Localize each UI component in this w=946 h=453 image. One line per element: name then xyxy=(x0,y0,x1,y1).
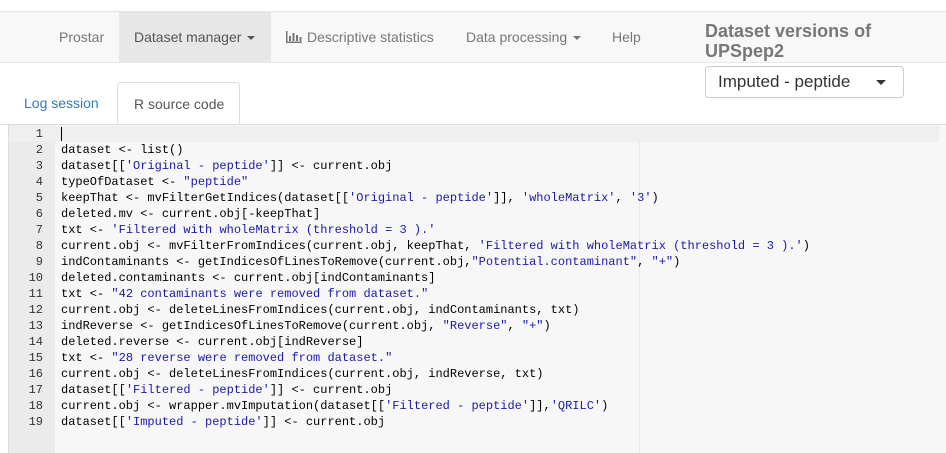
code-text: indContaminants <- getIndicesOfLinesToRe… xyxy=(61,255,681,269)
code-line[interactable]: 7 txt <- 'Filtered with wholeMatrix (thre… xyxy=(9,222,939,238)
code-line[interactable]: 8 current.obj <- mvFilterFromIndices(curr… xyxy=(9,238,939,254)
line-number: 12 xyxy=(9,302,43,318)
tab-log-session-label: Log session xyxy=(24,95,99,111)
nav-data-processing[interactable]: Data processing xyxy=(451,12,596,62)
code-text: current.obj <- deleteLinesFromIndices(cu… xyxy=(61,367,544,381)
tab-r-source-code-label: R source code xyxy=(134,96,225,112)
code-line[interactable]: 14 deleted.reverse <- current.obj[indReve… xyxy=(9,334,939,350)
code-text: typeOfDataset <- "peptide" xyxy=(61,175,249,189)
line-number-text: 13 xyxy=(28,319,43,333)
line-number-text: 18 xyxy=(28,399,43,413)
nav-descriptive-statistics[interactable]: Descriptive statistics xyxy=(271,12,449,62)
line-number: 13 xyxy=(9,318,43,334)
line-number-text: 4 xyxy=(35,175,43,189)
code-text: dataset[['Imputed - peptide']] <- curren… xyxy=(61,415,386,429)
code-text: dataset <- list() xyxy=(61,143,184,157)
tab-bar: Log session R source code xyxy=(0,82,946,125)
code-line[interactable]: 2 dataset <- list() xyxy=(9,142,939,158)
code-line[interactable]: 16 current.obj <- deleteLinesFromIndices(… xyxy=(9,366,939,382)
line-number-text: 15 xyxy=(28,351,43,365)
line-number: 16 xyxy=(9,366,43,382)
code-line[interactable]: 11 txt <- "42 contaminants were removed f… xyxy=(9,286,939,302)
chevron-down-icon xyxy=(247,36,256,41)
line-number-text: 7 xyxy=(35,223,43,237)
line-number: 4 xyxy=(9,174,43,190)
line-number-text: 2 xyxy=(35,143,43,157)
line-number: 18 xyxy=(9,398,43,414)
line-number-text: 10 xyxy=(28,271,43,285)
bar-chart-icon xyxy=(286,31,302,43)
line-number-text: 5 xyxy=(35,191,43,205)
code-editor[interactable]: 1 2 dataset <- list() 3 dataset[['Original -… xyxy=(8,124,946,453)
nav-dataset-manager-label: Dataset manager xyxy=(134,29,242,45)
line-number-text: 12 xyxy=(28,303,43,317)
line-number: 15 xyxy=(9,350,43,366)
text-cursor xyxy=(61,127,62,141)
line-number: 19 xyxy=(9,414,43,430)
line-number: 5 xyxy=(9,190,43,206)
code-text: current.obj <- mvFilterFromIndices(curre… xyxy=(61,239,810,253)
code-text: deleted.mv <- current.obj[-keepThat] xyxy=(61,207,321,221)
code-line[interactable]: 18 current.obj <- wrapper.mvImputation(da… xyxy=(9,398,939,414)
tab-log-session[interactable]: Log session xyxy=(8,82,115,124)
line-number: 11 xyxy=(9,286,43,302)
code-text: keepThat <- mvFilterGetIndices(dataset[[… xyxy=(61,191,659,205)
code-text: txt <- "42 contaminants were removed fro… xyxy=(61,287,429,301)
code-text: txt <- "28 reverse were removed from dat… xyxy=(61,351,393,365)
code-line[interactable]: 19 dataset[['Imputed - peptide']] <- curr… xyxy=(9,414,939,430)
code-line[interactable]: 12 current.obj <- deleteLinesFromIndices(… xyxy=(9,302,939,318)
code-text: deleted.contaminants <- current.obj[indC… xyxy=(61,271,436,285)
tab-r-source-code[interactable]: R source code xyxy=(117,82,240,125)
line-number: 9 xyxy=(9,254,43,270)
line-number-text: 9 xyxy=(35,255,43,269)
dataset-versions-title: Dataset versions of UPSpep2 xyxy=(705,21,872,61)
code-line[interactable]: 6 deleted.mv <- current.obj[-keepThat] xyxy=(9,206,939,222)
line-number: 7 xyxy=(9,222,43,238)
code-line[interactable]: 3 dataset[['Original - peptide']] <- curr… xyxy=(9,158,939,174)
code-line[interactable]: 13 indReverse <- getIndicesOfLinesToRemov… xyxy=(9,318,939,334)
code-line[interactable]: 10 deleted.contaminants <- current.obj[in… xyxy=(9,270,939,286)
code-line[interactable]: 15 txt <- "28 reverse were removed from d… xyxy=(9,350,939,366)
code-text: current.obj <- deleteLinesFromIndices(cu… xyxy=(61,303,580,317)
nav-help-label: Help xyxy=(612,29,641,45)
nav-help[interactable]: Help xyxy=(597,12,656,62)
line-number-text: 1 xyxy=(35,127,43,141)
code-line[interactable]: 9 indContaminants <- getIndicesOfLinesToR… xyxy=(9,254,939,270)
line-number: 6 xyxy=(9,206,43,222)
line-number-text: 16 xyxy=(28,367,43,381)
code-text: deleted.reverse <- current.obj[indRevers… xyxy=(61,335,364,349)
code-text: txt <- 'Filtered with wholeMatrix (thres… xyxy=(61,223,436,237)
line-number: 17 xyxy=(9,382,43,398)
line-number-text: 14 xyxy=(28,335,43,349)
chevron-down-icon xyxy=(573,36,582,41)
code-text: dataset[['Original - peptide']] <- curre… xyxy=(61,159,393,173)
code-line[interactable]: 1 xyxy=(9,126,939,142)
line-number: 10 xyxy=(9,270,43,286)
line-number: 2 xyxy=(9,142,43,158)
nav-prostar-label: Prostar xyxy=(59,29,105,45)
line-number-text: 19 xyxy=(28,415,43,429)
nav-descriptive-statistics-label: Descriptive statistics xyxy=(307,29,434,45)
line-number: 8 xyxy=(9,238,43,254)
line-number: 14 xyxy=(9,334,43,350)
nav-prostar[interactable]: Prostar xyxy=(44,12,119,62)
code-line[interactable]: 17 dataset[['Filtered - peptide']] <- cur… xyxy=(9,382,939,398)
line-number-text: 17 xyxy=(28,383,43,397)
line-number: 3 xyxy=(9,158,43,174)
line-number-text: 8 xyxy=(35,239,43,253)
line-number-text: 3 xyxy=(35,159,43,173)
code-line[interactable]: 5 keepThat <- mvFilterGetIndices(dataset[… xyxy=(9,190,939,206)
code-text: current.obj <- wrapper.mvImputation(data… xyxy=(61,399,609,413)
code-text: indReverse <- getIndicesOfLinesToRemove(… xyxy=(61,319,551,333)
nav-dataset-manager[interactable]: Dataset manager xyxy=(119,12,271,62)
line-number-text: 6 xyxy=(35,207,43,221)
line-number-text: 11 xyxy=(28,287,43,301)
code-line[interactable]: 4 typeOfDataset <- "peptide" xyxy=(9,174,939,190)
nav-data-processing-label: Data processing xyxy=(466,29,568,45)
code-text: dataset[['Filtered - peptide']] <- curre… xyxy=(61,383,393,397)
